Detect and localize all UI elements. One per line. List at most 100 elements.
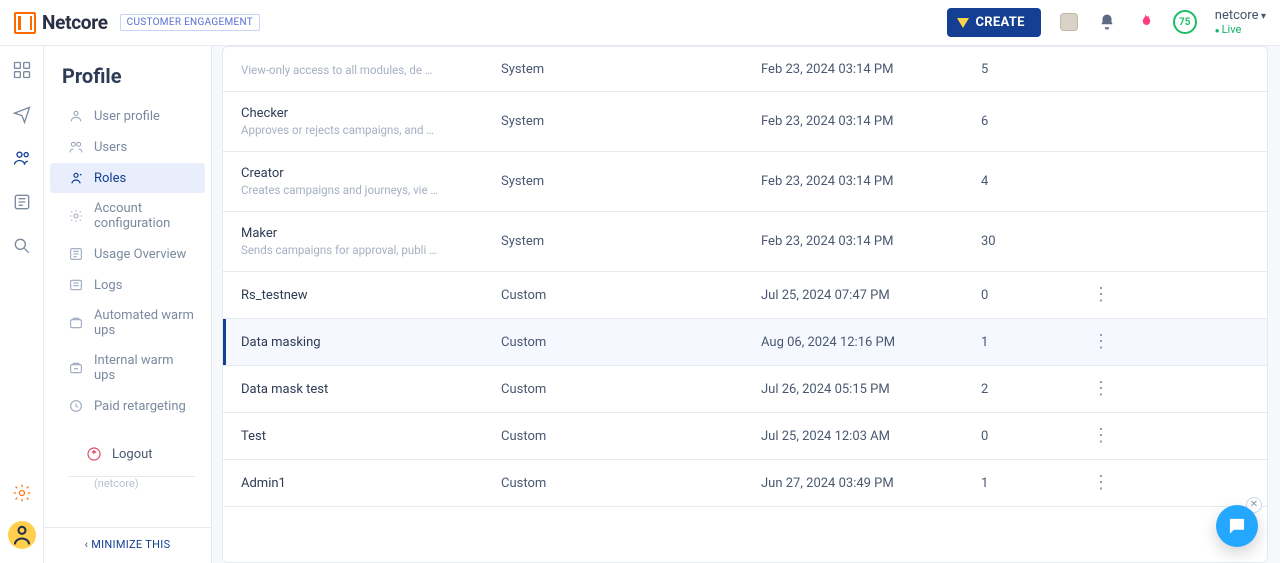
sidebar-item-roles[interactable]: Roles bbox=[50, 163, 205, 193]
row-date: Aug 06, 2024 12:16 PM bbox=[761, 335, 981, 350]
sidebar-item-icon bbox=[68, 315, 84, 331]
row-name: Rs_testnew bbox=[241, 288, 501, 303]
rail-dashboard-icon[interactable] bbox=[10, 58, 34, 82]
sidebar-logout-sub: (netcore) bbox=[94, 477, 195, 490]
row-actions-icon[interactable]: ⋮ bbox=[1081, 380, 1121, 398]
left-rail bbox=[0, 46, 44, 563]
sidebar-item-icon bbox=[68, 398, 84, 414]
sidebar-item-paid-retargeting[interactable]: Paid retargeting bbox=[50, 391, 205, 421]
row-actions-icon[interactable]: ⋮ bbox=[1081, 286, 1121, 304]
score-badge[interactable]: 75 bbox=[1173, 10, 1197, 34]
sidebar-minimize[interactable]: MINIMIZE THIS bbox=[44, 527, 211, 563]
row-type: Custom bbox=[501, 382, 761, 397]
row-actions-icon[interactable]: ⋮ bbox=[1081, 474, 1121, 492]
topbar-right: 75 netcore Live bbox=[1059, 9, 1266, 35]
sidebar-title: Profile bbox=[62, 64, 211, 88]
rail-support-icon[interactable] bbox=[8, 521, 36, 549]
tenant-name: netcore bbox=[1215, 9, 1266, 23]
table-row[interactable]: TestCustomJul 25, 2024 12:03 AM0⋮ bbox=[223, 413, 1267, 460]
table-row[interactable]: Rs_testnewCustomJul 25, 2024 07:47 PM0⋮ bbox=[223, 272, 1267, 319]
row-type: Custom bbox=[501, 476, 761, 491]
sidebar-item-logs[interactable]: Logs bbox=[50, 270, 205, 300]
row-desc: Creates campaigns and journeys, vie … bbox=[241, 183, 501, 197]
whats-hot-icon[interactable] bbox=[1135, 12, 1155, 32]
topbar: Netcore CUSTOMER ENGAGEMENT CREATE 75 ne… bbox=[0, 0, 1280, 46]
row-count: 4 bbox=[981, 174, 1081, 189]
sidebar-item-user-profile[interactable]: User profile bbox=[50, 101, 205, 131]
sidebar-item-label: Internal warm ups bbox=[94, 353, 195, 383]
logo-text: Netcore bbox=[42, 11, 108, 34]
table-row[interactable]: Creator Creates campaigns and journeys, v… bbox=[223, 152, 1267, 212]
row-date: Jul 25, 2024 12:03 AM bbox=[761, 429, 981, 444]
profile-avatar-icon[interactable] bbox=[1059, 12, 1079, 32]
sidebar-item-label: User profile bbox=[94, 109, 160, 124]
table-row[interactable]: CheckerApproves or rejects campaigns, an… bbox=[223, 92, 1267, 152]
sidebar-item-label: Logs bbox=[94, 278, 122, 293]
row-type: Custom bbox=[501, 288, 761, 303]
sidebar-item-label: Paid retargeting bbox=[94, 399, 186, 414]
tenant-switcher[interactable]: netcore Live bbox=[1215, 9, 1266, 35]
sidebar-item-usage-overview[interactable]: Usage Overview bbox=[50, 239, 205, 269]
sidebar-item-icon bbox=[68, 208, 84, 224]
row-date: Jul 25, 2024 07:47 PM bbox=[761, 288, 981, 303]
rail-analytics-icon[interactable] bbox=[10, 234, 34, 258]
logo-mark-icon bbox=[14, 12, 36, 34]
row-date: Jun 27, 2024 03:49 PM bbox=[761, 476, 981, 491]
chat-bubble[interactable] bbox=[1216, 505, 1258, 547]
sidebar-item-label: Users bbox=[94, 140, 127, 155]
sidebar-item-internal-warm-ups[interactable]: Internal warm ups bbox=[50, 346, 205, 390]
sidebar-item-users[interactable]: Users bbox=[50, 132, 205, 162]
sidebar: Profile User profile Users Roles Account co… bbox=[44, 46, 212, 563]
rail-content-icon[interactable] bbox=[10, 190, 34, 214]
rail-audience-icon[interactable] bbox=[10, 146, 34, 170]
row-desc: View-only access to all modules, de … bbox=[241, 63, 501, 77]
row-date: Jul 26, 2024 05:15 PM bbox=[761, 382, 981, 397]
row-type: System bbox=[501, 174, 761, 189]
row-name: Test bbox=[241, 429, 501, 444]
table-row[interactable]: Data mask testCustomJul 26, 2024 05:15 P… bbox=[223, 366, 1267, 413]
sidebar-item-icon bbox=[68, 277, 84, 293]
sidebar-item-icon bbox=[68, 170, 84, 186]
row-date: Feb 23, 2024 03:14 PM bbox=[761, 114, 981, 129]
table-row[interactable]: MakerSends campaigns for approval, publi… bbox=[223, 212, 1267, 272]
tenant-status: Live bbox=[1215, 24, 1266, 36]
notifications-icon[interactable] bbox=[1097, 12, 1117, 32]
row-type: Custom bbox=[501, 429, 761, 444]
sidebar-item-label: Automated warm ups bbox=[94, 308, 195, 338]
row-count: 1 bbox=[981, 335, 1081, 350]
row-count: 2 bbox=[981, 382, 1081, 397]
sidebar-item-icon bbox=[68, 246, 84, 262]
rail-settings-icon[interactable] bbox=[10, 481, 34, 505]
row-date: Feb 23, 2024 03:14 PM bbox=[761, 62, 981, 77]
row-name: Checker bbox=[241, 106, 501, 121]
row-date: Feb 23, 2024 03:14 PM bbox=[761, 174, 981, 189]
table-row[interactable]: Data maskingCustomAug 06, 2024 12:16 PM1… bbox=[223, 319, 1267, 366]
create-button[interactable]: CREATE bbox=[947, 8, 1040, 37]
product-tag: CUSTOMER ENGAGEMENT bbox=[120, 14, 260, 31]
row-actions-icon[interactable]: ⋮ bbox=[1081, 427, 1121, 445]
table-row[interactable]: View-only access to all modules, de …Sys… bbox=[223, 47, 1267, 92]
sidebar-item-account-configuration[interactable]: Account configuration bbox=[50, 194, 205, 238]
row-count: 0 bbox=[981, 429, 1081, 444]
row-desc: Sends campaigns for approval, publi … bbox=[241, 243, 501, 257]
sidebar-item-automated-warm-ups[interactable]: Automated warm ups bbox=[50, 301, 205, 345]
row-count: 1 bbox=[981, 476, 1081, 491]
row-type: System bbox=[501, 234, 761, 249]
row-count: 0 bbox=[981, 288, 1081, 303]
rail-campaigns-icon[interactable] bbox=[10, 102, 34, 126]
row-type: Custom bbox=[501, 335, 761, 350]
row-type: System bbox=[501, 114, 761, 129]
row-count: 30 bbox=[981, 234, 1081, 249]
sidebar-item-label: Roles bbox=[94, 171, 126, 186]
logo[interactable]: Netcore bbox=[14, 11, 108, 34]
row-count: 6 bbox=[981, 114, 1081, 129]
row-actions-icon[interactable]: ⋮ bbox=[1081, 333, 1121, 351]
row-name: Admin1 bbox=[241, 476, 501, 491]
sidebar-item-icon bbox=[68, 360, 84, 376]
table-row[interactable]: Admin1CustomJun 27, 2024 03:49 PM1⋮ bbox=[223, 460, 1267, 507]
main-content: View-only access to all modules, de …Sys… bbox=[212, 46, 1280, 563]
sidebar-logout[interactable]: Logout (netcore) bbox=[50, 426, 205, 497]
row-name: Creator bbox=[241, 166, 501, 181]
logout-icon bbox=[86, 446, 102, 462]
row-type: System bbox=[501, 62, 761, 77]
